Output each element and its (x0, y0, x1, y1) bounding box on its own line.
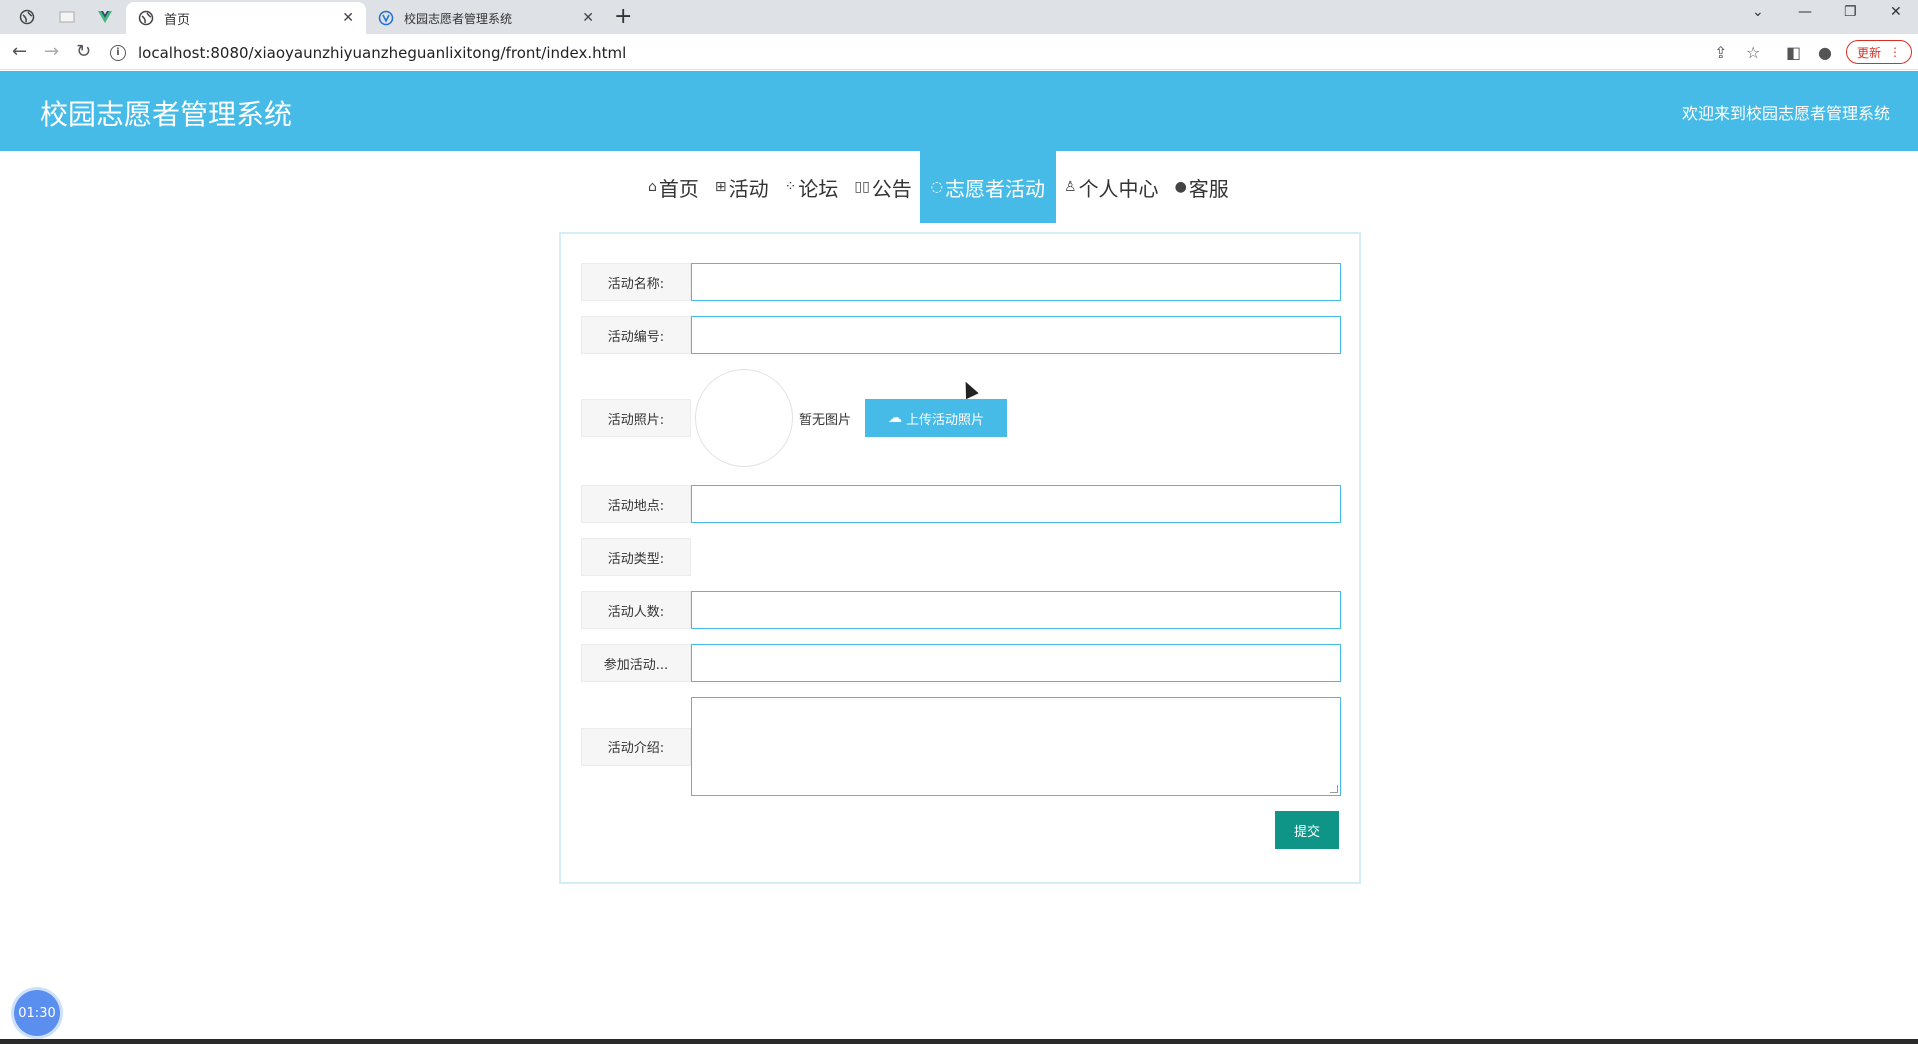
tab-volunteer-system[interactable]: 校园志愿者管理系统 ✕ (366, 2, 606, 34)
blocks-icon: ⁘ (784, 179, 797, 195)
field-label: 活动照片: (581, 399, 691, 437)
reload-icon[interactable]: ↻ (76, 42, 91, 62)
tab-home[interactable]: 首页 ✕ (126, 2, 366, 34)
nav-item-forum[interactable]: ⁘ 论坛 (777, 151, 847, 223)
grid-icon: ⊞ (714, 179, 727, 195)
nav-label: 论坛 (798, 176, 839, 201)
form-row-name: 活动名称: (581, 263, 1341, 301)
url-text: localhost:8080/xiaoyaunzhiyuanzheguanlix… (138, 44, 627, 62)
cloud-upload-icon: ☁ (888, 410, 902, 426)
nav-item-home[interactable]: ⌂ 首页 (640, 151, 707, 223)
minimize-icon[interactable]: — (1798, 4, 1812, 20)
url-field[interactable]: i localhost:8080/xiaoyaunzhiyuanzheguanl… (110, 40, 1710, 66)
activity-name-input[interactable] (691, 263, 1341, 301)
bookmark-star-icon[interactable]: ☆ (1746, 43, 1760, 62)
browser-tab-bar: 首页 ✕ 校园志愿者管理系统 ✕ + ⌄ — ❐ ✕ (0, 0, 1918, 34)
site-info-icon[interactable]: i (110, 45, 126, 61)
field-label: 活动人数: (581, 591, 691, 629)
form-row-photo: 活动照片: 暂无图片 ☁ 上传活动照片 (581, 369, 1008, 467)
service-icon: ● (1174, 179, 1187, 195)
new-tab-button[interactable]: + (614, 6, 632, 28)
update-button[interactable]: 更新 ⋮ (1846, 40, 1912, 64)
globe-icon (19, 9, 35, 25)
back-icon[interactable]: ← (12, 42, 27, 62)
activity-count-input[interactable] (691, 591, 1341, 629)
forward-icon[interactable]: → (44, 42, 59, 62)
field-label: 参加活动... (581, 644, 691, 682)
nav-item-personal-center[interactable]: ♙ 个人中心 (1056, 151, 1167, 223)
vue-logo-icon (98, 11, 112, 23)
photo-preview (695, 369, 793, 467)
close-icon[interactable]: ✕ (582, 10, 594, 26)
nav-label: 活动 (728, 176, 769, 201)
restore-icon[interactable]: ❐ (1844, 4, 1857, 20)
share-icon[interactable]: ⇪ (1714, 43, 1727, 62)
nav-item-activity[interactable]: ⊞ 活动 (707, 151, 777, 223)
bottom-bar (0, 1039, 1918, 1044)
upload-photo-button[interactable]: ☁ 上传活动照片 (865, 399, 1008, 437)
site-title: 校园志愿者管理系统 (40, 98, 293, 131)
address-bar-row: ← → ↻ i localhost:8080/xiaoyaunzhiyuanzh… (0, 34, 1918, 70)
profile-icon[interactable]: ● (1818, 43, 1832, 62)
nav-label: 客服 (1188, 176, 1229, 201)
window-close-icon[interactable]: ✕ (1890, 4, 1902, 20)
field-label: 活动介绍: (581, 727, 691, 766)
site-header: 校园志愿者管理系统 欢迎来到校园志愿者管理系统 (0, 71, 1918, 151)
main-nav: ⌂ 首页 ⊞ 活动 ⁘ 论坛 ▯▯ 公告 ◌ 志愿者活动 ♙ 个人中心 ● 客服 (640, 151, 1237, 223)
update-label: 更新 (1856, 45, 1881, 60)
form-row-type: 活动类型: (581, 538, 691, 576)
form-row-location: 活动地点: (581, 485, 1341, 523)
tab-title: 首页 (164, 12, 191, 28)
page-icon (59, 11, 75, 23)
submit-button[interactable]: 提交 (1275, 811, 1339, 849)
activity-intro-textarea[interactable] (691, 697, 1341, 796)
more-menu-icon: ⋮ (1889, 45, 1901, 59)
nav-label: 志愿者活动 (945, 176, 1045, 201)
activity-location-input[interactable] (691, 485, 1341, 523)
close-icon[interactable]: ✕ (342, 10, 354, 26)
tab-title: 校园志愿者管理系统 (404, 11, 513, 26)
columns-icon: ▯▯ (854, 179, 870, 195)
timer-badge[interactable]: 01:30 (14, 990, 60, 1036)
no-image-text: 暂无图片 (799, 412, 852, 428)
upload-label: 上传活动照片 (906, 412, 985, 428)
form-row-count: 活动人数: (581, 591, 1341, 629)
user-icon: ♙ (1064, 179, 1077, 195)
activity-code-input[interactable] (691, 316, 1341, 354)
nav-label: 首页 (658, 176, 699, 201)
join-activity-input[interactable] (691, 644, 1341, 682)
nav-label: 公告 (871, 176, 912, 201)
form-row-join: 参加活动... (581, 644, 1341, 682)
field-label: 活动编号: (581, 316, 691, 354)
field-label: 活动地点: (581, 485, 691, 523)
resize-grip-icon[interactable] (1330, 785, 1338, 793)
pinned-tab-globe[interactable] (12, 4, 42, 30)
form-row-code: 活动编号: (581, 316, 1341, 354)
site-favicon-icon (378, 10, 394, 26)
globe-icon (138, 10, 154, 26)
pinned-tab-blank[interactable] (52, 4, 82, 30)
form-row-intro: 活动介绍: (581, 697, 1341, 796)
nav-item-notice[interactable]: ▯▯ 公告 (846, 151, 919, 223)
pinned-tab-vue[interactable] (90, 4, 120, 30)
tab-search-icon[interactable]: ⌄ (1752, 4, 1764, 20)
activity-form: 活动名称: 活动编号: 活动照片: 暂无图片 ☁ 上传活动照片 活动地点: 活动… (559, 232, 1361, 884)
home-icon: ⌂ (648, 179, 657, 195)
nav-item-volunteer-activity[interactable]: ◌ 志愿者活动 (919, 151, 1056, 223)
side-panel-icon[interactable]: ◧ (1786, 43, 1801, 62)
welcome-text: 欢迎来到校园志愿者管理系统 (1681, 104, 1890, 123)
field-label: 活动名称: (581, 263, 691, 301)
nav-label: 个人中心 (1078, 176, 1159, 201)
field-label: 活动类型: (581, 538, 691, 576)
nav-item-customer-service[interactable]: ● 客服 (1167, 151, 1237, 223)
chat-icon: ◌ (930, 179, 943, 195)
